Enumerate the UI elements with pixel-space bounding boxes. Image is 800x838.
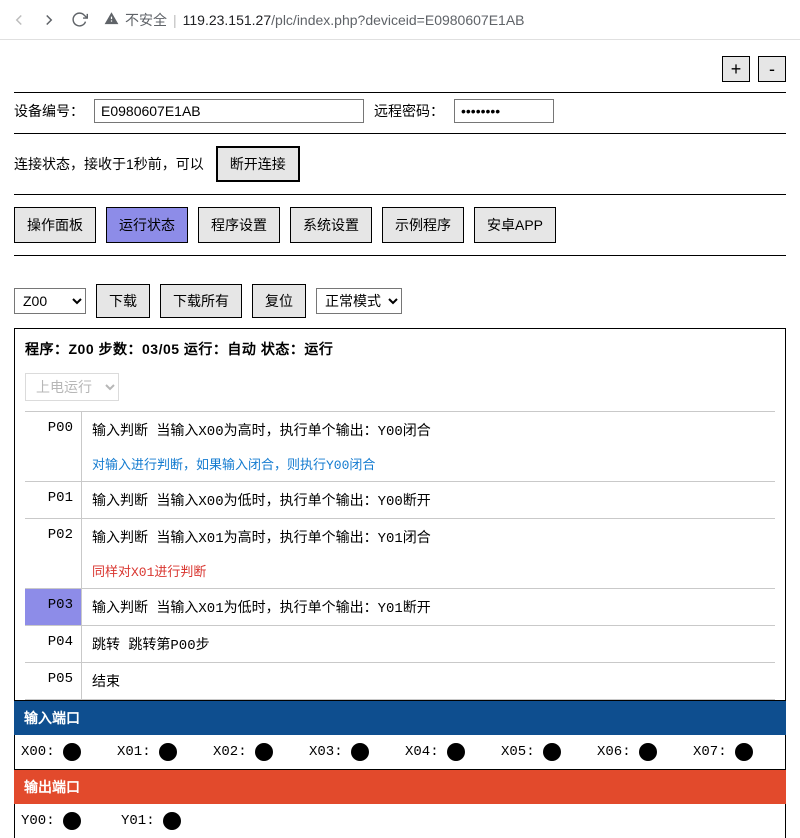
in-port-4: X04:: [405, 743, 491, 761]
in-port-6: X06:: [597, 743, 683, 761]
step-text: 输入判断 当输入X00为高时，执行单个输出：Y00闭合对输入进行判断，如果输入闭…: [81, 412, 775, 481]
out-port-0: Y00:: [21, 812, 111, 830]
step-note: 同样对X01进行判断: [92, 547, 765, 580]
step-id: P01: [25, 482, 81, 518]
step-text: 输入判断 当输入X00为低时，执行单个输出：Y00断开: [81, 482, 775, 518]
port-label: X01:: [117, 744, 151, 760]
step-id: P02: [25, 519, 81, 588]
in-port-7: X07:: [693, 743, 779, 761]
port-label: Y01:: [121, 813, 155, 829]
tab-4[interactable]: 示例程序: [382, 207, 464, 243]
reset-button[interactable]: 复位: [252, 284, 306, 318]
device-id-input[interactable]: [94, 99, 364, 123]
download-all-button[interactable]: 下载所有: [160, 284, 242, 318]
step-row[interactable]: P02输入判断 当输入X01为高时，执行单个输出：Y01闭合同样对X01进行判断: [25, 518, 775, 588]
port-indicator-icon: [163, 812, 181, 830]
port-label: X06:: [597, 744, 631, 760]
url-path: /plc/index.php?deviceid=E0980607E1AB: [271, 12, 524, 28]
step-text: 跳转 跳转第P00步: [81, 626, 775, 662]
tab-3[interactable]: 系统设置: [290, 207, 372, 243]
insecure-icon: [104, 11, 119, 29]
download-button[interactable]: 下载: [96, 284, 150, 318]
step-row[interactable]: P00输入判断 当输入X00为高时，执行单个输出：Y00闭合对输入进行判断，如果…: [25, 411, 775, 481]
output-port-header: 输出端口: [14, 770, 786, 804]
port-indicator-icon: [639, 743, 657, 761]
step-row[interactable]: P03输入判断 当输入X01为低时，执行单个输出：Y01断开: [25, 588, 775, 625]
in-port-2: X02:: [213, 743, 299, 761]
port-label: X02:: [213, 744, 247, 760]
step-id: P04: [25, 626, 81, 662]
port-indicator-icon: [735, 743, 753, 761]
tab-5[interactable]: 安卓APP: [474, 207, 556, 243]
step-text: 结束: [81, 663, 775, 699]
step-id: P03: [25, 589, 81, 625]
remote-pwd-input[interactable]: [454, 99, 554, 123]
url-separator: |: [173, 12, 177, 28]
port-label: X07:: [693, 744, 727, 760]
program-header: 程序：Z00 步数：03/05 运行：自动 状态：运行: [25, 337, 775, 373]
port-indicator-icon: [63, 743, 81, 761]
url-host: 119.23.151.27: [183, 12, 272, 28]
step-row[interactable]: P04跳转 跳转第P00步: [25, 625, 775, 662]
port-label: X05:: [501, 744, 535, 760]
in-port-1: X01:: [117, 743, 203, 761]
port-indicator-icon: [255, 743, 273, 761]
port-label: X00:: [21, 744, 55, 760]
remote-pwd-label: 远程密码：: [374, 101, 444, 121]
connection-status-text: 连接状态，接收于1秒前，可以: [14, 154, 204, 174]
port-indicator-icon: [543, 743, 561, 761]
port-label: X04:: [405, 744, 439, 760]
port-indicator-icon: [447, 743, 465, 761]
port-indicator-icon: [63, 812, 81, 830]
tab-2[interactable]: 程序设置: [198, 207, 280, 243]
port-label: Y00:: [21, 813, 55, 829]
zone-select[interactable]: Z00: [14, 288, 86, 314]
zoom-in-button[interactable]: +: [722, 56, 750, 82]
reload-icon[interactable]: [68, 9, 90, 31]
zoom-out-button[interactable]: -: [758, 56, 786, 82]
step-row[interactable]: P05结束: [25, 662, 775, 700]
device-id-label: 设备编号：: [14, 101, 84, 121]
step-text: 输入判断 当输入X01为低时，执行单个输出：Y01断开: [81, 589, 775, 625]
step-id: P05: [25, 663, 81, 699]
input-port-header: 输入端口: [14, 701, 786, 735]
step-row[interactable]: P01输入判断 当输入X00为低时，执行单个输出：Y00断开: [25, 481, 775, 518]
step-note: 对输入进行判断，如果输入闭合，则执行Y00闭合: [92, 440, 765, 473]
step-id: P00: [25, 412, 81, 481]
port-label: X03:: [309, 744, 343, 760]
step-text: 输入判断 当输入X01为高时，执行单个输出：Y01闭合同样对X01进行判断: [81, 519, 775, 588]
tab-0[interactable]: 操作面板: [14, 207, 96, 243]
security-label: 不安全: [125, 10, 167, 30]
in-port-0: X00:: [21, 743, 107, 761]
in-port-3: X03:: [309, 743, 395, 761]
forward-icon[interactable]: [38, 9, 60, 31]
port-indicator-icon: [159, 743, 177, 761]
boot-mode-select[interactable]: 上电运行: [25, 373, 119, 401]
url-bar[interactable]: 不安全 | 119.23.151.27/plc/index.php?device…: [98, 10, 792, 30]
disconnect-button[interactable]: 断开连接: [216, 146, 300, 182]
mode-select[interactable]: 正常模式: [316, 288, 402, 314]
tab-1[interactable]: 运行状态: [106, 207, 188, 243]
out-port-1: Y01:: [121, 812, 211, 830]
port-indicator-icon: [351, 743, 369, 761]
in-port-5: X05:: [501, 743, 587, 761]
back-icon[interactable]: [8, 9, 30, 31]
